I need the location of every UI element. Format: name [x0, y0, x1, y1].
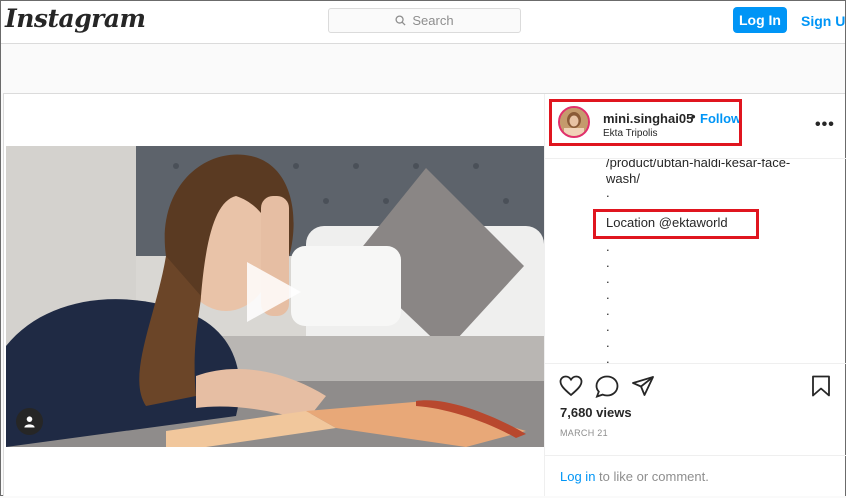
share-icon[interactable] — [631, 375, 655, 397]
comment-icon[interactable] — [595, 375, 619, 398]
tagged-user-icon[interactable] — [16, 408, 43, 435]
highlight-box-location — [593, 209, 759, 239]
caption-line: . — [606, 287, 610, 302]
play-button-icon[interactable] — [247, 262, 301, 322]
sign-up-link[interactable]: Sign Up — [801, 13, 846, 29]
search-icon — [395, 15, 406, 26]
post-actions: 7,680 views MARCH 21 Log in to like or c… — [545, 363, 846, 497]
caption-line: . — [606, 239, 610, 254]
caption-line: . — [606, 351, 610, 363]
post-caption: /product/ubtan-haldi-kesar-face- wash/ .… — [545, 159, 846, 363]
caption-line: . — [606, 271, 610, 286]
post-header: mini.singhai05 • Follow Ekta Tripolis ••… — [545, 94, 846, 159]
post-video[interactable] — [6, 146, 544, 447]
caption-line: . — [606, 335, 610, 350]
instagram-logo[interactable]: Instagram — [5, 4, 146, 33]
post-sidebar: mini.singhai05 • Follow Ekta Tripolis ••… — [544, 94, 846, 496]
post-date: MARCH 21 — [560, 428, 608, 438]
views-count[interactable]: 7,680 views — [560, 405, 632, 420]
caption-line: . — [606, 319, 610, 334]
top-navigation-bar: Instagram Search Log In Sign Up — [1, 1, 846, 44]
heart-icon[interactable] — [559, 375, 583, 397]
search-placeholder: Search — [412, 13, 454, 28]
caption-line: /product/ubtan-haldi-kesar-face- — [606, 159, 791, 170]
caption-line: . — [606, 303, 610, 318]
caption-line: . — [606, 255, 610, 270]
highlight-box-header — [549, 99, 742, 146]
caption-line: wash/ — [606, 171, 640, 186]
login-to-comment: Log in to like or comment. — [545, 455, 846, 498]
log-in-button[interactable]: Log In — [733, 7, 787, 33]
post-card: mini.singhai05 • Follow Ekta Tripolis ••… — [3, 93, 846, 496]
bookmark-icon[interactable] — [811, 375, 831, 397]
more-options-icon[interactable]: ••• — [815, 116, 835, 134]
log-in-link[interactable]: Log in — [560, 469, 595, 484]
search-box[interactable]: Search — [328, 8, 521, 33]
login-prompt-text: to like or comment. — [595, 469, 709, 484]
caption-line: . — [606, 185, 610, 200]
